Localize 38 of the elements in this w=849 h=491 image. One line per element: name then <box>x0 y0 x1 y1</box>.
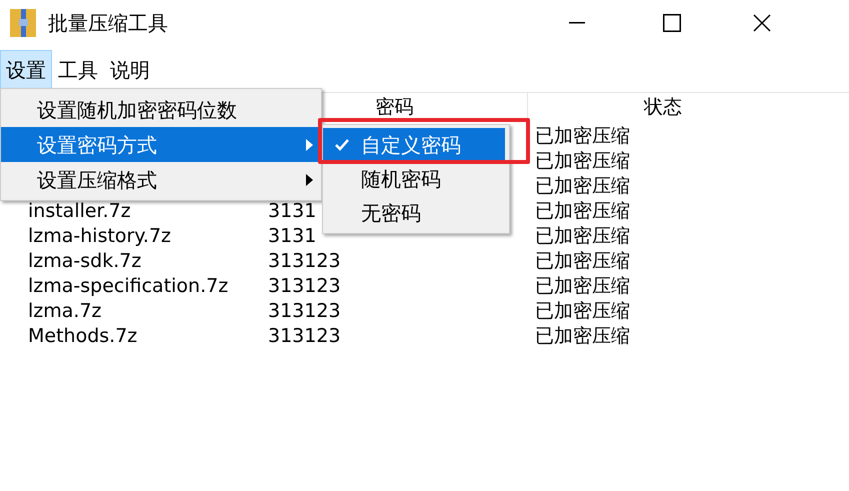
password-cell: 313123 <box>268 300 341 322</box>
menu-item[interactable]: 无密码 <box>323 196 505 230</box>
submenu-arrow-icon <box>306 174 313 186</box>
menu-item[interactable]: 设置压缩格式 <box>1 162 321 197</box>
maximize-icon[interactable] <box>663 14 681 32</box>
menu-bar-item[interactable]: 工具 <box>52 50 104 90</box>
file-name: installer.7z <box>28 200 131 222</box>
password-cell: 3131 <box>268 200 316 222</box>
window-title: 批量压缩工具 <box>48 10 168 37</box>
minimize-icon[interactable] <box>569 22 585 24</box>
checkmark-icon <box>335 139 349 151</box>
status-cell: 已加密压缩 <box>535 174 630 199</box>
password-cell: 3131 <box>268 225 316 247</box>
file-name: lzma-history.7z <box>28 225 172 247</box>
status-cell: 已加密压缩 <box>535 324 630 349</box>
submenu-arrow-icon <box>306 138 313 150</box>
status-cell: 已加密压缩 <box>535 124 630 149</box>
password-cell: 313123 <box>268 250 341 272</box>
close-icon[interactable] <box>753 14 771 32</box>
zip-archive-icon <box>10 9 36 37</box>
file-name: Methods.7z <box>28 325 138 347</box>
file-name: lzma-sdk.7z <box>28 250 142 272</box>
status-cell: 已加密压缩 <box>535 299 630 324</box>
status-cell: 已加密压缩 <box>535 199 630 224</box>
file-name: lzma-specification.7z <box>28 275 228 297</box>
menu-bar-item[interactable]: 说明 <box>104 50 156 90</box>
status-cell: 已加密压缩 <box>535 224 630 249</box>
menu-item[interactable]: 随机密码 <box>323 162 505 196</box>
column-header[interactable]: 状态 <box>528 93 798 120</box>
status-cell: 已加密压缩 <box>535 149 630 174</box>
password-cell: 313123 <box>268 325 341 347</box>
menu-item[interactable]: 自定义密码 <box>323 128 505 162</box>
file-name: lzma.7z <box>28 300 102 322</box>
status-cell: 已加密压缩 <box>535 249 630 274</box>
menu-bar-item[interactable]: 设置 <box>0 50 52 90</box>
status-cell: 已加密压缩 <box>535 274 630 299</box>
password-cell: 313123 <box>268 275 341 297</box>
menu-item[interactable]: 设置密码方式 <box>1 127 321 162</box>
